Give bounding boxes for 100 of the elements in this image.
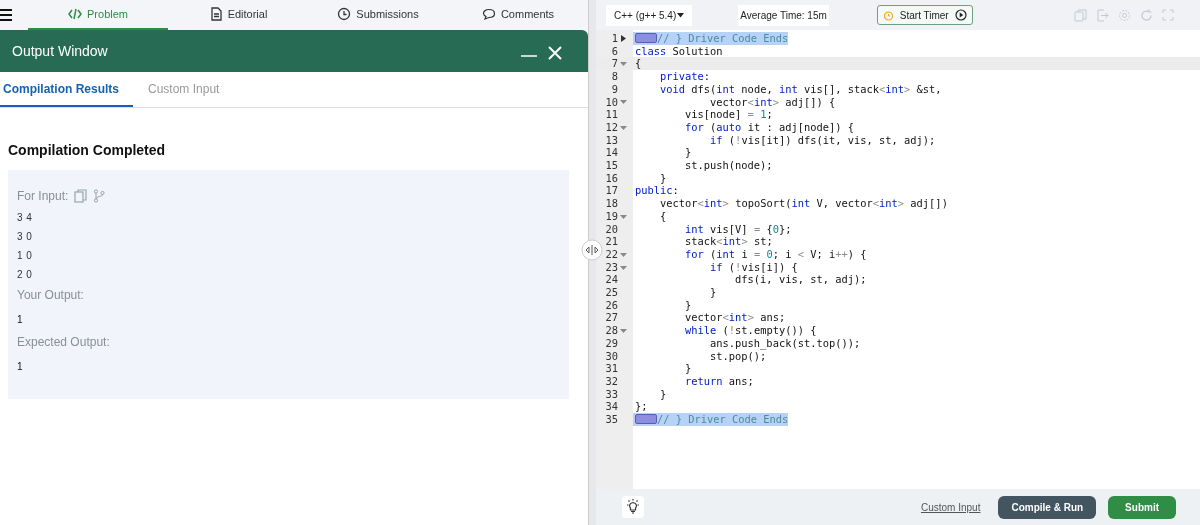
- code-line: {: [659, 209, 667, 223]
- code-line: vector<int> ans;: [684, 311, 786, 325]
- code-icon: [68, 7, 82, 21]
- code-line: for (auto it : adj[node]) {: [684, 120, 854, 134]
- line-number: 1: [611, 32, 618, 45]
- line-number: 18: [605, 197, 618, 210]
- collapse-arrow-icon[interactable]: [620, 98, 627, 106]
- code-line: st.push(node);: [684, 159, 773, 172]
- nav-tab[interactable]: Editorial: [168, 0, 308, 30]
- line-number: 33: [605, 387, 618, 401]
- line-number: 11: [605, 108, 618, 121]
- line-number: 12: [605, 120, 618, 134]
- line-number: 19: [605, 209, 618, 223]
- compile-run-button[interactable]: Compile & Run: [998, 495, 1097, 519]
- input-line: 3 4: [17, 212, 34, 223]
- line-number: 8: [611, 70, 618, 83]
- code-line: }: [684, 298, 692, 312]
- code-line: }: [659, 171, 667, 185]
- line-number: 34: [605, 400, 618, 414]
- expand-arrow-icon[interactable]: [620, 34, 627, 42]
- code-line: }: [659, 387, 667, 401]
- copy-icon[interactable]: [74, 189, 88, 203]
- resize-handle[interactable]: [581, 239, 603, 261]
- close-button[interactable]: [548, 46, 562, 60]
- expected-output-label: Expected Output:: [17, 335, 111, 349]
- custom-input-link[interactable]: Custom Input: [920, 501, 981, 513]
- caret-icon: [677, 12, 685, 18]
- window-title: Output Window: [12, 43, 108, 59]
- code-line: stack<int> st;: [684, 235, 773, 248]
- line-number: 10: [605, 95, 618, 109]
- code-line: void dfs(int node, int vis[], stack<int> &st,: [659, 82, 942, 96]
- lightbulb-icon[interactable]: [622, 496, 644, 518]
- code-line: dfs(i, vis, st, adj);: [734, 273, 867, 287]
- line-number: 13: [605, 133, 618, 147]
- collapse-arrow-icon[interactable]: [620, 327, 627, 334]
- line-number: 7: [611, 57, 618, 71]
- code-line: st.pop();: [709, 349, 767, 363]
- speech-bubble-icon: [481, 7, 496, 21]
- folded-code-marker[interactable]: [635, 33, 657, 43]
- document-icon: [208, 7, 223, 21]
- line-number: 14: [605, 146, 618, 160]
- code-line: vector<int> adj[]) {: [709, 95, 836, 109]
- line-number: 16: [605, 171, 618, 185]
- code-line: }: [684, 362, 692, 375]
- line-number: 20: [605, 222, 618, 236]
- line-number: 28: [605, 324, 618, 337]
- input-line: 2 0: [17, 269, 34, 280]
- input-line: 3 0: [17, 231, 34, 242]
- status-heading: Compilation Completed: [8, 142, 167, 158]
- input-label: For Input:: [17, 189, 69, 203]
- code-line: }: [709, 286, 717, 299]
- start-timer-button[interactable]: Start Timer: [876, 5, 973, 25]
- language-dropdown[interactable]: C++ (g++ 5.4): [606, 4, 693, 26]
- code-line: vis[node] = 1;: [684, 108, 773, 121]
- alarm-clock-icon: [882, 9, 894, 21]
- branch-icon[interactable]: [93, 189, 106, 203]
- line-number: 9: [611, 82, 618, 96]
- code-line: int vis[V] = {0};: [684, 222, 792, 236]
- nav-tab[interactable]: Submissions: [308, 0, 448, 30]
- code-line: for (int i = 0; i < V; i++) {: [684, 247, 867, 261]
- nav-tab[interactable]: Comments: [448, 0, 588, 30]
- line-number: 29: [605, 336, 618, 350]
- menu-icon[interactable]: [0, 8, 12, 22]
- line-number: 22: [605, 247, 618, 261]
- code-line: private:: [659, 70, 711, 83]
- submit-button[interactable]: Submit: [1108, 495, 1176, 519]
- code-line: vector<int> topoSort(int V, vector<int> adj[]): [659, 197, 948, 210]
- code-line: public:: [634, 184, 679, 198]
- code-line: if (!vis[i]) {: [709, 260, 798, 274]
- play-icon: [954, 9, 967, 21]
- line-number: 21: [605, 235, 618, 248]
- collapse-arrow-icon[interactable]: [620, 263, 627, 271]
- output-value: 1: [17, 314, 24, 325]
- collapse-arrow-icon[interactable]: [620, 123, 627, 131]
- line-number: 32: [605, 375, 618, 388]
- collapse-arrow-icon[interactable]: [620, 212, 627, 220]
- folded-code-marker[interactable]: [635, 414, 657, 425]
- average-time: Average Time: 15m: [738, 4, 829, 26]
- line-number: 35: [605, 413, 618, 426]
- output-tab[interactable]: Compilation Results: [0, 72, 133, 107]
- code-line: if (!vis[it]) dfs(it, vis, st, adj);: [709, 133, 936, 147]
- expected-value: 1: [17, 361, 24, 372]
- collapse-arrow-icon[interactable]: [620, 60, 627, 68]
- collapse-arrow-icon[interactable]: [620, 250, 627, 258]
- clock-icon: [337, 7, 352, 21]
- line-number: 23: [605, 260, 618, 274]
- line-number: 26: [605, 298, 618, 312]
- input-line: 1 0: [17, 250, 34, 261]
- line-number: 6: [611, 44, 618, 58]
- code-line: class Solution: [634, 44, 723, 58]
- line-number: 24: [605, 273, 618, 287]
- line-number: 15: [605, 159, 618, 172]
- code-line: {: [634, 57, 642, 71]
- code-line: };: [634, 400, 648, 414]
- line-number: 30: [605, 349, 618, 363]
- line-number: 27: [605, 311, 618, 325]
- code-line: ans.push_back(st.top());: [709, 336, 861, 350]
- code-line: while (!st.empty()) {: [684, 324, 817, 337]
- output-label: Your Output:: [17, 288, 85, 302]
- line-number: 31: [605, 362, 618, 375]
